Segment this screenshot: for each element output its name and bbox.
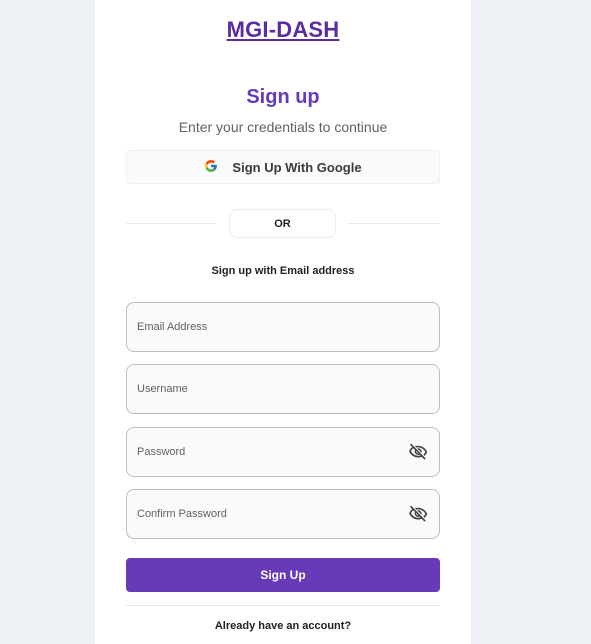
confirm-password-visibility-toggle[interactable]: [407, 503, 429, 525]
password-visibility-toggle[interactable]: [407, 441, 429, 463]
page-title: Sign up: [246, 86, 320, 108]
login-link[interactable]: Already have an account?: [95, 620, 471, 632]
divider-right: [348, 223, 440, 224]
divider-left: [126, 223, 216, 224]
password-field[interactable]: [126, 427, 440, 477]
google-signup-label: Sign Up With Google: [232, 159, 362, 175]
footer-divider: [126, 605, 440, 606]
google-signup-button[interactable]: Sign Up With Google: [126, 150, 440, 184]
eye-off-icon: [409, 443, 428, 460]
password-input[interactable]: [137, 446, 407, 458]
confirm-password-input[interactable]: [137, 508, 407, 520]
email-field[interactable]: [126, 302, 440, 352]
username-field[interactable]: [126, 364, 440, 414]
confirm-password-field[interactable]: [126, 489, 440, 539]
or-divider-chip: OR: [229, 209, 336, 238]
google-icon: [204, 159, 218, 176]
signup-submit-button[interactable]: Sign Up: [126, 558, 440, 592]
brand-logo-link[interactable]: MGI-DASH: [95, 17, 471, 43]
username-input[interactable]: [137, 383, 429, 395]
email-section-heading: Sign up with Email address: [211, 265, 355, 277]
email-input[interactable]: [137, 321, 429, 333]
signup-card: MGI-DASH Sign up Enter your credentials …: [95, 0, 471, 644]
eye-off-icon: [409, 505, 428, 522]
page-subtitle: Enter your credentials to continue: [178, 119, 388, 135]
